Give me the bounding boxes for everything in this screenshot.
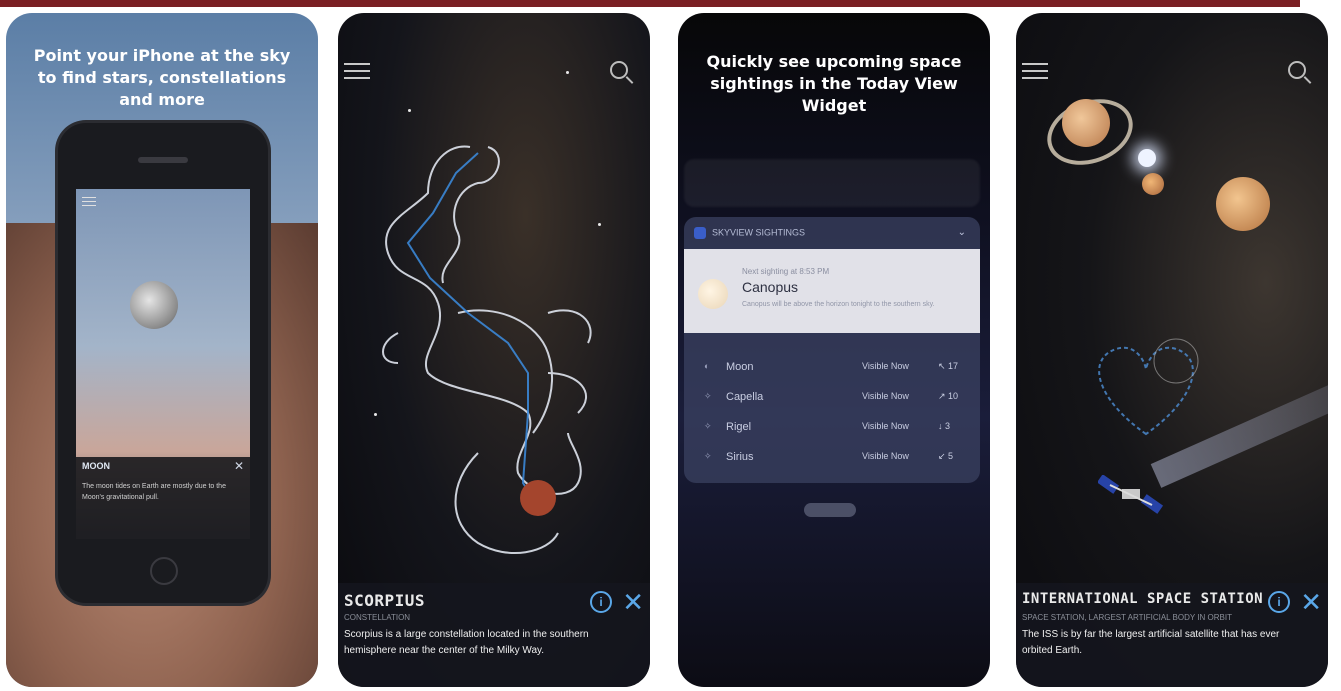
chevron-down-icon[interactable]: ⌄ (958, 227, 966, 238)
info-icon[interactable]: i (590, 591, 612, 613)
blurred-widget (684, 159, 980, 207)
direction-value: ↙ 5 (938, 451, 954, 461)
info-title: MOON (82, 461, 110, 471)
info-icon[interactable]: i (1268, 591, 1290, 613)
object-name: Moon (726, 361, 754, 373)
info-subtitle: SPACE STATION, LARGEST ARTIFICIAL BODY I… (1022, 613, 1232, 622)
moon-image[interactable] (130, 281, 178, 329)
visibility-status: Visible Now (862, 391, 909, 401)
menu-icon[interactable] (1022, 63, 1048, 81)
visibility-status: Visible Now (862, 421, 909, 431)
today-widget[interactable]: SKYVIEW SIGHTINGS ⌄ Next sighting at 8:5… (684, 217, 980, 483)
home-button[interactable] (150, 557, 178, 585)
panel-caption: Quickly see upcoming space sightings in … (706, 52, 962, 115)
widget-header-label: SKYVIEW SIGHTINGS (712, 227, 806, 238)
top-accent-bar (0, 0, 1300, 7)
object-name: Capella (726, 391, 764, 403)
visibility-status: Visible Now (862, 451, 909, 461)
featured-object-name: Canopus (742, 279, 799, 295)
drag-handle[interactable] (804, 503, 856, 517)
moon-icon: ◐ (704, 361, 710, 371)
planet-small[interactable] (1142, 173, 1164, 195)
menu-icon[interactable] (82, 197, 96, 215)
featured-sighting-card[interactable]: Next sighting at 8:53 PM Canopus Canopus… (684, 249, 980, 333)
iphone-device: MOON ✕ The moon tides on Earth are mostl… (58, 123, 268, 603)
screenshot-panel-1: Point your iPhone at the sky to find sta… (6, 13, 318, 687)
jupiter-planet[interactable] (1216, 177, 1270, 231)
app-icon (694, 227, 706, 239)
phone-speaker (138, 157, 188, 163)
close-icon[interactable]: ✕ (622, 589, 644, 615)
object-name: Rigel (726, 421, 752, 433)
screenshot-panel-2: SCORPIUS CONSTELLATION Scorpius is a lar… (338, 13, 650, 687)
info-description: The moon tides on Earth are mostly due t… (82, 483, 226, 501)
list-item[interactable]: ✧ Sirius Visible Now ↙ 5 (704, 451, 974, 471)
list-item[interactable]: ◐ Moon Visible Now ↖ 17 (704, 361, 974, 381)
direction-value: ↗ 10 (938, 391, 959, 401)
direction-value: ↓ 3 (938, 421, 951, 431)
info-description: Scorpius is a large constellation locate… (344, 629, 589, 656)
screenshot-panel-4: INTERNATIONAL SPACE STATION SPACE STATIO… (1016, 13, 1328, 687)
info-panel: SCORPIUS CONSTELLATION Scorpius is a lar… (338, 583, 650, 687)
saturn-planet[interactable] (1062, 99, 1110, 147)
info-title: SCORPIUS (344, 591, 426, 610)
info-description: The ISS is by far the largest artificial… (1022, 629, 1280, 656)
direction-value: ↖ 17 (938, 361, 959, 371)
star-icon: ✧ (704, 421, 712, 431)
constellation-lines (1098, 338, 1199, 436)
screenshot-panel-3: Quickly see upcoming space sightings in … (678, 13, 990, 687)
featured-object-desc: Canopus will be above the horizon tonigh… (742, 301, 935, 308)
close-icon[interactable]: ✕ (1300, 589, 1322, 615)
info-subtitle: CONSTELLATION (344, 613, 411, 622)
search-icon[interactable] (1288, 61, 1306, 79)
visibility-status: Visible Now (862, 361, 909, 371)
bright-star[interactable] (1138, 149, 1156, 167)
widget-header: SKYVIEW SIGHTINGS ⌄ (694, 227, 970, 247)
object-icon (698, 279, 728, 309)
info-title: INTERNATIONAL SPACE STATION (1022, 591, 1264, 607)
star-icon: ✧ (704, 391, 712, 401)
list-item[interactable]: ✧ Rigel Visible Now ↓ 3 (704, 421, 974, 441)
phone-screen: MOON ✕ The moon tides on Earth are mostl… (76, 189, 250, 539)
star-icon: ✧ (704, 451, 712, 461)
next-sighting-label: Next sighting at 8:53 PM (742, 267, 830, 276)
info-panel: INTERNATIONAL SPACE STATION SPACE STATIO… (1016, 583, 1328, 687)
close-icon[interactable]: ✕ (234, 459, 244, 473)
panel-caption: Point your iPhone at the sky to find sta… (33, 46, 291, 109)
phone-info-card: MOON ✕ The moon tides on Earth are mostl… (76, 457, 250, 539)
list-item[interactable]: ✧ Capella Visible Now ↗ 10 (704, 391, 974, 411)
scorpius-constellation-art (382, 145, 592, 555)
object-name: Sirius (726, 451, 754, 463)
iss-station-image[interactable] (1098, 475, 1164, 515)
